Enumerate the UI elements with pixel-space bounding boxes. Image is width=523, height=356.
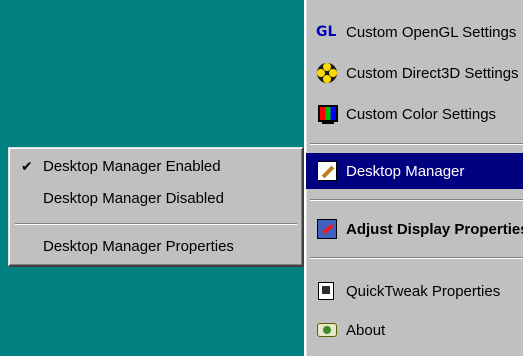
- submenu-item-desktop-manager-enabled[interactable]: ✔ Desktop Manager Enabled: [9, 152, 301, 180]
- context-menu: GL Custom OpenGL Settings Custom Direct3…: [304, 0, 523, 356]
- about-icon: [316, 319, 338, 341]
- menu-item-label: About: [346, 321, 386, 339]
- menu-separator: [15, 223, 297, 225]
- menu-item-label: QuickTweak Properties: [346, 282, 501, 300]
- menu-separator: [310, 143, 523, 145]
- menu-item-custom-opengl-settings[interactable]: GL Custom OpenGL Settings: [306, 14, 523, 50]
- monitor-color-icon: [316, 103, 338, 125]
- menu-item-adjust-display-properties[interactable]: Adjust Display Properties: [306, 211, 523, 247]
- submenu-item-label: Desktop Manager Enabled: [43, 157, 221, 175]
- checkmark-icon: ✔: [21, 157, 33, 174]
- desktop-manager-icon: [316, 160, 338, 182]
- menu-item-quicktweak-properties[interactable]: QuickTweak Properties: [306, 273, 523, 309]
- menu-item-label: Custom Color Settings: [346, 105, 497, 123]
- submenu-item-label: Desktop Manager Properties: [43, 237, 234, 255]
- desktop-manager-submenu: ✔ Desktop Manager Enabled Desktop Manage…: [8, 147, 304, 267]
- menu-item-label: Custom Direct3D Settings: [346, 64, 519, 82]
- menu-item-desktop-manager[interactable]: Desktop Manager: [306, 153, 523, 189]
- menu-item-custom-color-settings[interactable]: Custom Color Settings: [306, 96, 523, 132]
- submenu-item-label: Desktop Manager Disabled: [43, 189, 224, 207]
- quicktweak-icon: [316, 280, 338, 302]
- submenu-item-desktop-manager-disabled[interactable]: Desktop Manager Disabled: [9, 184, 301, 212]
- adjust-display-icon: [316, 218, 338, 240]
- menu-item-label: Desktop Manager: [346, 162, 465, 180]
- menu-separator: [310, 199, 523, 201]
- menu-separator: [310, 257, 523, 259]
- submenu-item-desktop-manager-properties[interactable]: Desktop Manager Properties: [9, 232, 301, 260]
- menu-item-label: Custom OpenGL Settings: [346, 23, 517, 41]
- menu-item-custom-direct3d-settings[interactable]: Custom Direct3D Settings: [306, 55, 523, 91]
- menu-item-label: Adjust Display Properties: [346, 220, 523, 238]
- menu-item-about[interactable]: About: [306, 312, 523, 348]
- opengl-icon: GL: [316, 24, 337, 40]
- direct3d-icon: [316, 62, 338, 84]
